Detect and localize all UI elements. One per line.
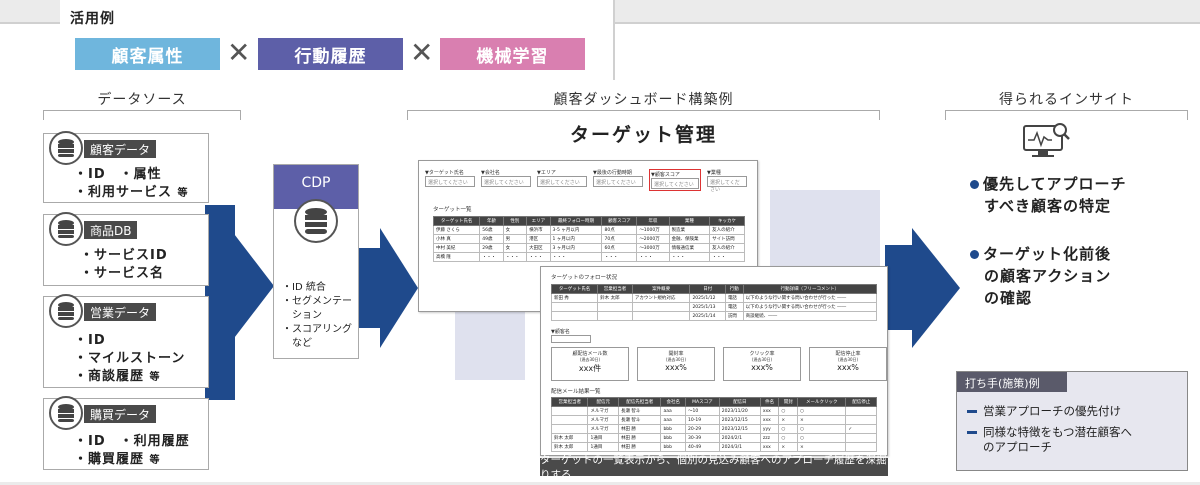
source-line: ・マイルストーン xyxy=(74,351,186,366)
source-section-title: データソース xyxy=(97,92,187,108)
filter-select[interactable] xyxy=(551,335,591,343)
source-card-purchase: 購買データ ・ID ・利用履歴 ・購買履歴 等 xyxy=(43,396,209,470)
table-row[interactable]: メルマガ 長瀬 智斗 aaa 10-19 2023/12/15 xxx × × xyxy=(550,415,877,425)
monitor-search-icon xyxy=(1023,123,1070,157)
bullet-icon xyxy=(970,250,979,259)
table-row[interactable]: メルマガ 林田 勝 bbb 20-29 2023/12/15 yyy ○ ○ ✓ xyxy=(550,424,877,434)
table-row[interactable]: 中村 美紀 29歳女大田区 3 ヶ月以内 60点 ～3000万 情報通信業 友人の紹介 xyxy=(432,243,745,253)
insight-section-title: 得られるインサイト xyxy=(999,92,1134,108)
usage-title: 活用例 xyxy=(70,11,115,27)
kpi-card: 配信停止率 (過去30日) xxx% xyxy=(809,347,887,381)
filter-label: ▼最後の行動時期 xyxy=(593,170,632,176)
cdp-item: など xyxy=(282,338,312,349)
mail-title: 配信メール結果一覧 xyxy=(551,389,601,395)
filter-select[interactable]: 選択してください xyxy=(481,176,531,187)
tag-behavior-history: 行動履歴 xyxy=(258,38,403,70)
cdp-item: ション xyxy=(282,310,322,321)
follow-title: ターゲットのフォロー状況 xyxy=(551,275,618,281)
filter-select[interactable]: 選択してください xyxy=(593,176,643,187)
kpi-card: クリック率 (過去30日) xxx% xyxy=(723,347,801,381)
filter-select[interactable]: 選択してください xyxy=(651,178,699,189)
table-row[interactable]: メルマガ 長瀬 智斗 aaa ～10 2023/11/20 xxx ○ ○ xyxy=(550,406,877,416)
table-row[interactable]: 新田 秀鈴木 太郎 アカウント規約対応 2025/1/12 電話 以下のような行い関する… xyxy=(550,293,878,303)
insight-item-2: ターゲット化前後 の顧客アクション の確認 xyxy=(970,243,1111,309)
filter-select[interactable]: 選択してください xyxy=(537,176,587,187)
mail-table: 営業担当者 配信元 配信先担当者 会社名 MAスコア 配信日 件名 開封 メールクリック 配信停止… xyxy=(550,397,877,452)
filter-label: ▼顧客名 xyxy=(551,329,570,335)
database-icon xyxy=(49,294,83,328)
filter-select[interactable]: 選択してください xyxy=(425,176,475,187)
table-row[interactable]: 鈴木 太郎 1通目 林田 勝 bbb 40-49 2024/3/1 xxx × × xyxy=(550,442,877,452)
cdp-item: ・ID 統合 xyxy=(282,282,326,293)
decor-block xyxy=(455,300,525,380)
target-table: ターゲット氏名 年齢 性別 エリア 最終フォロー時期 顧客スコア 年収 業種 キッカケ 伊藤 さ… xyxy=(432,216,745,262)
tag-customer-attributes: 顧客属性 xyxy=(75,38,220,70)
list-title: ターゲット一覧 xyxy=(433,207,472,213)
kpi-card: 顧配信メール数 (過去30日) xxx件 xyxy=(551,347,629,381)
bullet-icon xyxy=(967,431,977,434)
source-head: 購買データ xyxy=(84,405,157,423)
filter-label: ▼ターゲット氏名 xyxy=(425,170,464,176)
filter-select[interactable]: 選択してください xyxy=(707,176,747,193)
filter-label: ▼エリア xyxy=(537,170,556,176)
measures-title: 打ち手(施策)例 xyxy=(957,372,1067,392)
insight-item-1: 優先してアプローチ すべき顧客の特定 xyxy=(970,173,1127,217)
filter-label: ▼顧客スコア xyxy=(651,172,680,178)
database-icon xyxy=(49,212,83,246)
filter-label: ▼会社名 xyxy=(481,170,500,176)
source-line: ・利用サービス 等 xyxy=(74,185,189,200)
source-arrow-icon xyxy=(228,226,274,346)
measure-item-cont: のアプローチ xyxy=(983,440,1052,454)
source-line: ・サービス名 xyxy=(80,266,165,281)
source-head: 商品DB xyxy=(84,221,138,239)
database-icon xyxy=(49,131,83,165)
table-row[interactable]: 2025/1/14 訪問 商談継続、―― xyxy=(550,311,878,321)
insight-arrow-band xyxy=(885,245,915,330)
insight-arrow-icon xyxy=(912,228,960,348)
measure-item: 営業アプローチの優先付け xyxy=(967,404,1132,419)
cdp-arrow-icon xyxy=(380,228,418,348)
source-card-sales: 営業データ ・ID ・マイルストーン ・商談履歴 等 xyxy=(43,294,209,388)
kpi-card: 開封率 (過去30日) xxx% xyxy=(637,347,715,381)
dashboard-section-title: 顧客ダッシュボード構築例 xyxy=(553,92,734,108)
filter-label: ▼業種 xyxy=(707,170,721,176)
database-icon xyxy=(294,199,338,243)
source-line: ・ID ・利用履歴 xyxy=(74,434,190,449)
cdp-item: ・セグメンテー xyxy=(282,296,352,307)
table-row[interactable]: 2025/1/13 電話 以下のような行い関する問い合わせが行った ―― xyxy=(550,302,878,312)
source-line: ・ID ・属性 xyxy=(74,167,162,182)
source-line: ・サービスID xyxy=(80,248,168,263)
times-icon: ✕ xyxy=(227,36,251,69)
measure-item: 同様な特徴をもつ潜在顧客へ xyxy=(967,425,1132,440)
table-row[interactable]: 小林 真 49歳男港区 1 ヶ月以内 70点 ～2000万 金融、保険業 サイト訪問 xyxy=(432,234,745,244)
dashboard-caption: ターゲットの一覧表示から、個別の見込み顧客へのアプローチ履歴を深掘りする xyxy=(540,454,888,481)
cdp-card: CDP ・ID 統合 ・セグメンテー ション ・スコアリング など xyxy=(273,164,359,359)
tag-machine-learning: 機械学習 xyxy=(440,38,585,70)
source-line: ・商談履歴 等 xyxy=(74,369,161,384)
source-line: ・ID xyxy=(74,333,106,348)
times-icon: ✕ xyxy=(410,36,434,69)
source-card-product: 商品DB ・サービスID ・サービス名 xyxy=(43,212,209,286)
source-bracket xyxy=(43,110,241,120)
source-head: 顧客データ xyxy=(84,140,157,158)
measures-box: 打ち手(施策)例 営業アプローチの優先付け 同様な特徴をもつ潜在顧客へ のアプロ… xyxy=(956,371,1188,471)
decor-block xyxy=(770,190,880,270)
target-detail-card: ターゲットのフォロー状況 ターゲット氏名 営業担当者 案件概要 日付 行動 行動詳細（フリ… xyxy=(540,266,888,456)
follow-table: ターゲット氏名 営業担当者 案件概要 日付 行動 行動詳細（フリーコメント） 新田 秀鈴木… xyxy=(550,284,878,321)
dashboard-title: ターゲット管理 xyxy=(569,124,717,146)
dashboard-bracket xyxy=(407,110,880,120)
table-row[interactable]: 伊藤 さくら 56歳女横浜市 3-5 ヶ月以内 80点 ～1000万 製造業 友人の紹介 xyxy=(432,225,745,235)
bullet-icon xyxy=(970,180,979,189)
source-line: ・購買履歴 等 xyxy=(74,452,161,467)
insight-bracket xyxy=(945,110,1188,120)
table-row[interactable]: 高橋 隆・・・ ・・・ ・・・ ・・・ ・・・ ・・・ ・・・ ・・・ xyxy=(432,252,745,262)
database-icon xyxy=(49,396,83,430)
source-card-customer: 顧客データ ・ID ・属性 ・利用サービス 等 xyxy=(43,131,209,203)
source-head: 営業データ xyxy=(84,303,157,321)
table-row[interactable]: 鈴木 太郎 1通目 林田 勝 bbb 30-39 2024/2/1 zzz ○ ○ xyxy=(550,433,877,443)
cdp-item: ・スコアリング xyxy=(282,324,352,335)
bullet-icon xyxy=(967,410,977,413)
